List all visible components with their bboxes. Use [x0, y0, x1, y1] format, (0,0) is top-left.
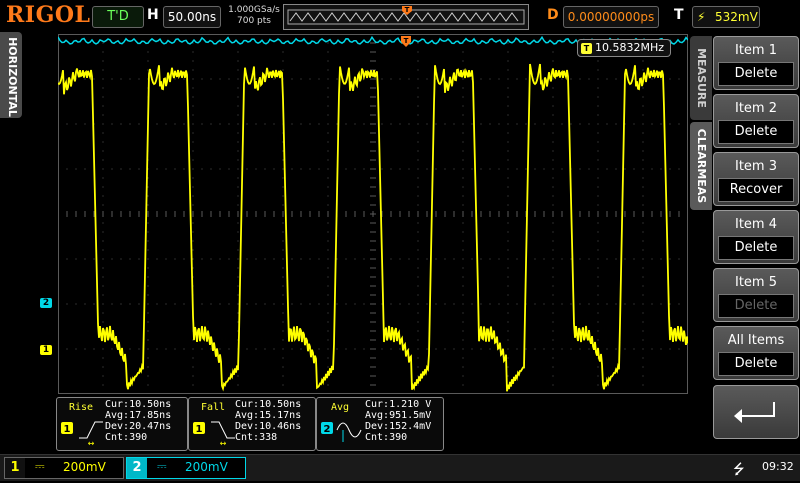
- measurement-title: Avg: [331, 402, 350, 413]
- menu-item-label: All Items: [727, 333, 785, 348]
- menu-item-3[interactable]: Item 3 Recover: [713, 152, 799, 206]
- measurement-avg: Avg:17.85ns: [105, 410, 172, 421]
- timebase-value[interactable]: 50.00ns: [163, 6, 221, 28]
- measurement-cnt: Cnt:390: [365, 432, 408, 443]
- menu-item-label: Item 3: [735, 159, 777, 174]
- measurement-channel: 1: [64, 424, 71, 435]
- svg-text:T: T: [405, 6, 410, 14]
- memory-waveform-icon: T: [287, 6, 525, 25]
- svg-text:1: 1: [196, 424, 203, 435]
- channel-2-offset-marker[interactable]: 2: [40, 298, 52, 308]
- measurement-avg: Avg:15.17ns: [235, 410, 302, 421]
- measurement-rise[interactable]: Rise 1 ↔ Cur:10.50ns Avg:17.85ns Dev:20.4…: [56, 397, 188, 451]
- rise-edge-icon: 1 ↔: [61, 414, 107, 451]
- trigger-level: 532mV: [715, 10, 758, 24]
- delay-label: D: [547, 7, 559, 23]
- dc-coupling-icon: ⎓: [35, 459, 45, 473]
- clear-meas-tab-label: CLEARMEAS: [695, 128, 708, 204]
- graticule: [58, 34, 688, 394]
- menu-item-5[interactable]: Item 5 Delete: [713, 268, 799, 322]
- svg-text:2: 2: [324, 424, 331, 435]
- measurement-dev: Dev:10.46ns: [235, 421, 302, 432]
- dc-coupling-icon: ⎓: [157, 459, 167, 473]
- measure-tab-label: MEASURE: [695, 48, 708, 108]
- channel-2-number: 2: [127, 458, 147, 478]
- waveform-display[interactable]: T: [58, 34, 688, 394]
- memory-overview-bar[interactable]: T: [283, 4, 529, 30]
- measurement-dev: Dev:20.47ns: [105, 421, 172, 432]
- svg-text:T: T: [404, 37, 409, 45]
- menu-item-action[interactable]: Recover: [718, 178, 794, 202]
- measurement-cnt: Cnt:338: [235, 432, 278, 443]
- menu-item-4[interactable]: Item 4 Delete: [713, 210, 799, 264]
- measurement-title: Rise: [69, 402, 94, 413]
- measurement-cnt: Cnt:390: [105, 432, 148, 443]
- channel-1-status[interactable]: 1 ⎓ 200mV: [4, 457, 124, 479]
- fall-edge-icon: 1 ↔: [193, 414, 239, 451]
- measurement-cur: Cur:10.50ns: [235, 399, 302, 410]
- sample-rate: 1.000GSa/s: [228, 5, 280, 15]
- channel-1-scale: 200mV: [63, 460, 106, 474]
- menu-item-label: Item 2: [735, 101, 777, 116]
- menu-item-action[interactable]: Delete: [718, 294, 794, 318]
- measurement-fall[interactable]: Fall 1 ↔ Cur:10.50ns Avg:15.17ns Dev:10.4…: [188, 397, 316, 451]
- channel-1-trace: [58, 63, 688, 392]
- back-button[interactable]: [713, 385, 799, 439]
- trigger-edge-icon: ⚡: [697, 10, 706, 24]
- menu-item-label: Item 5: [735, 275, 777, 290]
- channel-1-number: 1: [5, 458, 25, 478]
- trigger-settings[interactable]: ⚡ 532mV: [692, 6, 760, 28]
- svg-text:↔: ↔: [220, 439, 227, 448]
- memory-depth: 700 pts: [237, 16, 271, 26]
- menu-item-action[interactable]: Delete: [718, 120, 794, 144]
- menu-item-action[interactable]: Delete: [718, 62, 794, 86]
- sample-rate-info: 1.000GSa/s 700 pts: [228, 5, 280, 27]
- measurement-avg: Avg:951.5mV: [365, 410, 432, 421]
- trigger-position-marker: T: [401, 36, 411, 47]
- measurement-average[interactable]: Avg 2 Cur:1.210 V Avg:951.5mV Dev:152.4m…: [316, 397, 444, 451]
- frequency-value: 10.5832MHz: [595, 41, 665, 54]
- measurement-cur: Cur:10.50ns: [105, 399, 172, 410]
- measurement-title: Fall: [201, 402, 226, 413]
- frequency-badge: T: [581, 43, 592, 54]
- channel-2-scale: 200mV: [185, 460, 228, 474]
- horizontal-label: H: [147, 7, 159, 23]
- menu-item-all[interactable]: All Items Delete: [713, 326, 799, 380]
- measurement-cur: Cur:1.210 V: [365, 399, 432, 410]
- measurement-dev: Dev:152.4mV: [365, 421, 432, 432]
- channel-1-offset-marker[interactable]: 1: [40, 345, 52, 355]
- channel-2-status[interactable]: 2 ⎓ 200mV: [126, 457, 246, 479]
- menu-item-action[interactable]: Delete: [718, 236, 794, 260]
- delay-value[interactable]: 0.00000000ps: [563, 6, 659, 28]
- menu-item-2[interactable]: Item 2 Delete: [713, 94, 799, 148]
- menu-item-1[interactable]: Item 1 Delete: [713, 36, 799, 90]
- menu-item-action[interactable]: Delete: [718, 352, 794, 376]
- frequency-readout: T 10.5832MHz: [577, 39, 671, 57]
- usb-icon: ⭍: [733, 462, 745, 478]
- horizontal-tab-label: HORIZONTAL: [6, 37, 19, 117]
- clock-time: 09:32: [762, 460, 794, 473]
- svg-text:↔: ↔: [88, 439, 95, 448]
- menu-item-label: Item 1: [735, 43, 777, 58]
- brand-logo: RIGOL: [6, 2, 91, 28]
- return-arrow-icon: [734, 402, 775, 423]
- average-wave-icon: 2: [321, 414, 367, 451]
- trigger-label: T: [674, 7, 684, 23]
- run-status-indicator[interactable]: T'D: [92, 6, 144, 28]
- menu-item-label: Item 4: [735, 217, 777, 232]
